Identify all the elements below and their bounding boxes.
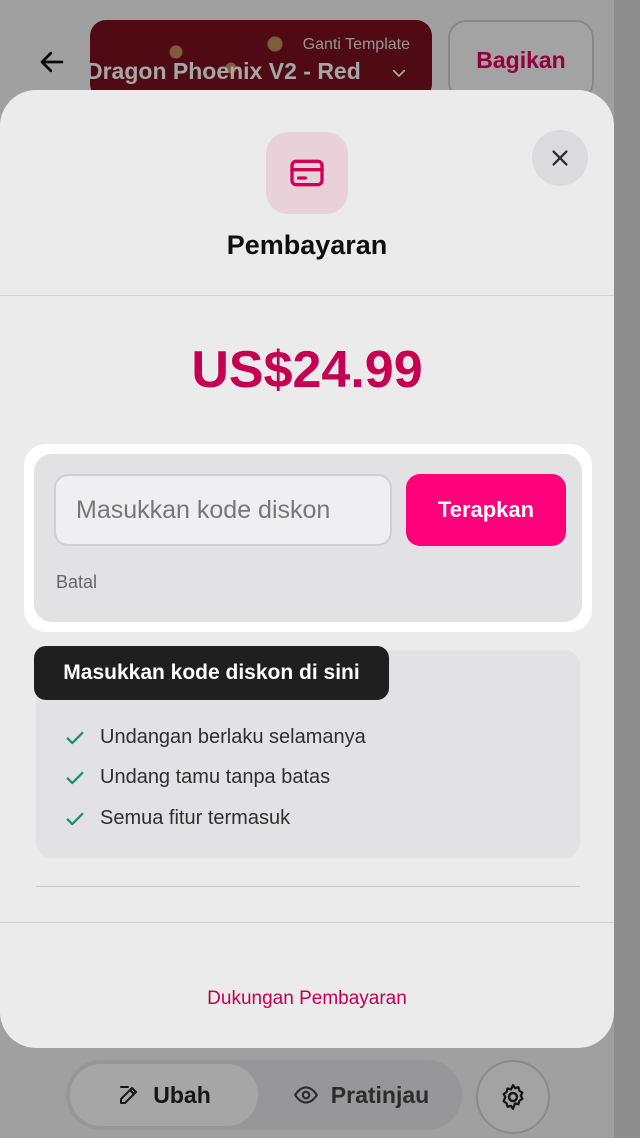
discount-section: Terapkan Batal: [34, 454, 582, 622]
discount-spotlight: Terapkan Batal: [24, 444, 592, 632]
apply-discount-button[interactable]: Terapkan: [406, 474, 566, 546]
discount-tooltip: Masukkan kode diskon di sini: [34, 646, 389, 700]
scrollbar[interactable]: [614, 0, 640, 1138]
cancel-discount-link[interactable]: Batal: [56, 572, 97, 593]
discount-code-input[interactable]: [54, 474, 392, 546]
